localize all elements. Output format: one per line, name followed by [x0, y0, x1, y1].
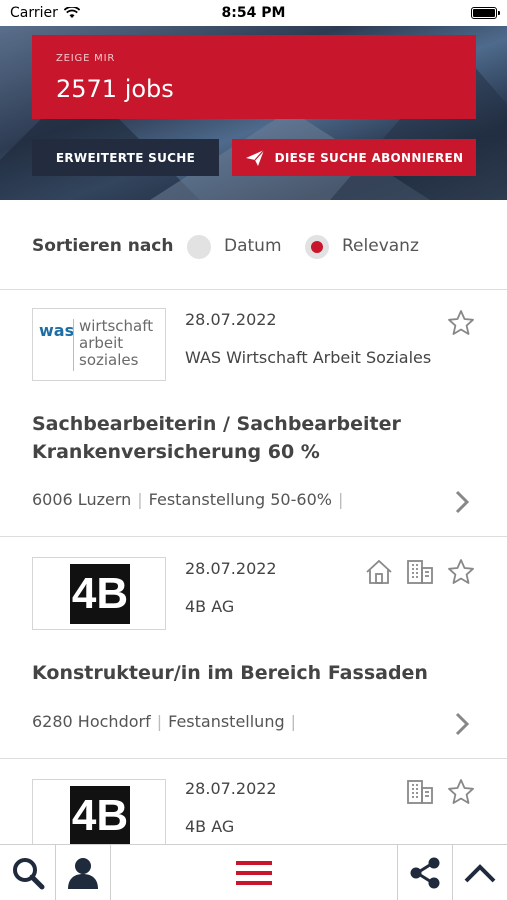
clock: 8:54 PM [221, 5, 286, 21]
menu-tab[interactable] [111, 845, 397, 900]
job-title[interactable]: Konstrukteur/in im Bereich Fassaden [32, 659, 452, 687]
job-date: 28.07.2022 [185, 559, 277, 578]
profile-icon [68, 858, 98, 889]
job-date: 28.07.2022 [185, 310, 277, 329]
job-meta: 6280 Hochdorf | Festanstellung | [32, 712, 297, 731]
logo-4b-text: 4B [70, 786, 130, 844]
share-icon [410, 857, 440, 889]
subscribe-search-label: DIESE SUCHE ABONNIEREN [274, 150, 464, 165]
company-logo: 4B [32, 779, 166, 844]
profile-tab[interactable] [56, 845, 110, 900]
chevron-right-icon[interactable] [452, 487, 472, 517]
job-card[interactable]: was wirtschaft arbeit soziales 28.07.202… [0, 290, 507, 537]
company-name: 4B AG [185, 817, 235, 836]
search-icon [12, 858, 44, 890]
sort-relevance-label[interactable]: Relevanz [342, 236, 419, 256]
sort-date-radio[interactable] [187, 235, 211, 259]
logo-line: soziales [79, 351, 139, 369]
logo-line: wirtschaft [79, 317, 154, 335]
search-tab[interactable] [0, 845, 55, 900]
chevron-up-icon [464, 864, 496, 883]
sort-date-label[interactable]: Datum [224, 236, 282, 256]
logo-4b-text: 4B [70, 564, 130, 624]
logo-was-text: was [39, 321, 75, 340]
menu-icon [236, 861, 272, 885]
results-count-box[interactable]: ZEIGE MIR 2571 jobs [32, 35, 476, 119]
star-icon[interactable] [446, 557, 476, 587]
company-logo: was wirtschaft arbeit soziales [32, 308, 166, 381]
sort-label: Sortieren nach [32, 236, 174, 256]
job-meta: 6006 Luzern | Festanstellung 50-60% | [32, 490, 344, 509]
job-location: 6006 Luzern [32, 490, 132, 509]
scroll-top-tab[interactable] [453, 845, 507, 900]
company-logo: 4B [32, 557, 166, 630]
building-icon [407, 780, 433, 804]
job-employment: Festanstellung [168, 712, 285, 731]
job-title[interactable]: Sachbearbeiterin / Sachbearbeiter Kranke… [32, 410, 452, 466]
subscribe-search-button[interactable]: DIESE SUCHE ABONNIEREN [232, 139, 476, 176]
job-employment: Festanstellung 50-60% [148, 490, 332, 509]
job-location: 6280 Hochdorf [32, 712, 151, 731]
battery-icon [471, 7, 500, 19]
search-header: ZEIGE MIR 2571 jobs ERWEITERTE SUCHE DIE… [0, 26, 507, 200]
advanced-search-label: ERWEITERTE SUCHE [55, 150, 196, 165]
chevron-right-icon[interactable] [452, 709, 472, 739]
paper-plane-icon [245, 149, 265, 166]
results-label: ZEIGE MIR [56, 53, 116, 64]
status-bar: Carrier 8:54 PM [0, 0, 507, 26]
share-tab[interactable] [398, 845, 452, 900]
company-name: 4B AG [185, 597, 235, 616]
company-name: WAS Wirtschaft Arbeit Soziales [185, 348, 432, 367]
advanced-search-button[interactable]: ERWEITERTE SUCHE [32, 139, 219, 176]
job-card[interactable]: 4B 28.07.2022 4B AG Konstrukteur/in im B… [0, 537, 507, 759]
building-icon [407, 560, 433, 584]
star-icon[interactable] [446, 777, 476, 807]
job-card[interactable]: 4B 28.07.2022 4B AG [0, 759, 507, 844]
bottom-toolbar [0, 844, 507, 900]
sort-relevance-radio[interactable] [305, 235, 329, 259]
logo-line: arbeit [79, 334, 124, 352]
results-count: 2571 jobs [56, 75, 174, 103]
star-icon[interactable] [446, 308, 476, 338]
home-icon [366, 559, 392, 584]
job-date: 28.07.2022 [185, 779, 277, 798]
sort-bar: Sortieren nach Datum Relevanz [0, 200, 507, 290]
